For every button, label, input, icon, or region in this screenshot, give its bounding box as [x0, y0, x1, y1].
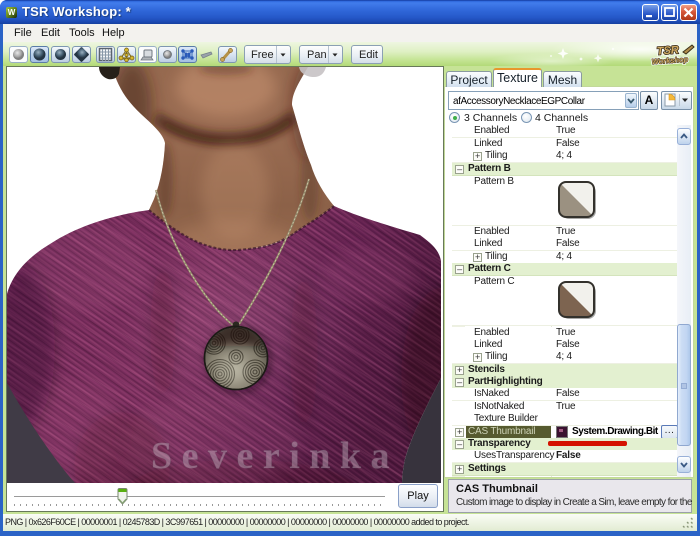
svg-text:Workshop: Workshop [651, 55, 688, 66]
